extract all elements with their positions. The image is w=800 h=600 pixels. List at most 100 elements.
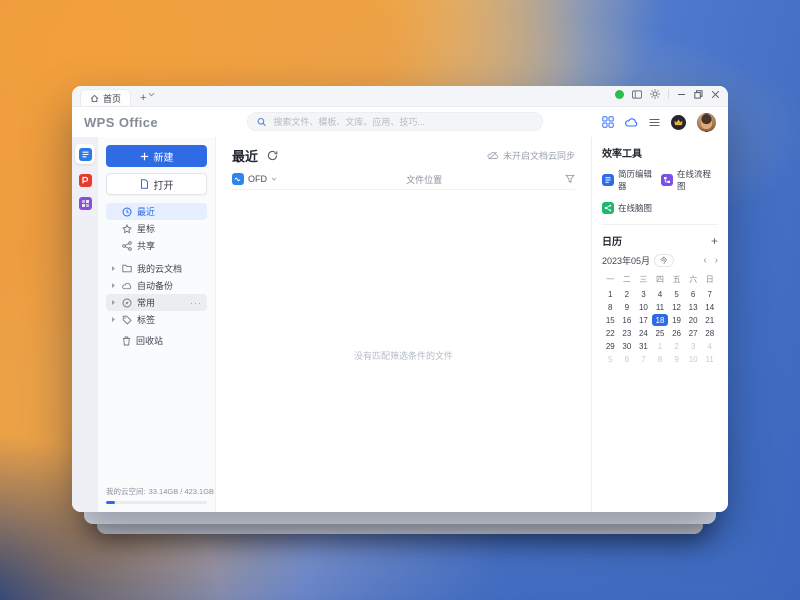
calendar-day[interactable]: 14 <box>701 301 718 313</box>
user-avatar[interactable] <box>697 113 716 132</box>
expand-caret-icon[interactable] <box>111 299 117 306</box>
calendar-day[interactable]: 31 <box>635 340 652 352</box>
open-document-button[interactable]: 打开 <box>106 173 207 195</box>
weekday-label: 一 <box>602 274 619 285</box>
calendar-day[interactable]: 5 <box>602 353 619 365</box>
tab-home[interactable]: 首页 <box>80 89 131 106</box>
calendar-day[interactable]: 20 <box>685 314 702 326</box>
calendar-day[interactable]: 4 <box>701 340 718 352</box>
calendar-day[interactable]: 10 <box>635 301 652 313</box>
calendar-day[interactable]: 24 <box>635 327 652 339</box>
document-icon <box>140 179 149 189</box>
calendar-today-button[interactable]: 今 <box>654 254 674 267</box>
calendar-day[interactable]: 6 <box>619 353 636 365</box>
calendar-next-icon[interactable]: › <box>715 256 718 266</box>
expand-caret-icon[interactable] <box>111 316 117 323</box>
expand-caret-icon[interactable] <box>111 282 117 289</box>
calendar-day[interactable]: 1 <box>652 340 669 352</box>
expand-caret-icon[interactable] <box>111 265 117 272</box>
calendar-day[interactable]: 1 <box>602 288 619 300</box>
pdf-app-icon[interactable] <box>79 174 92 187</box>
calendar-day[interactable]: 15 <box>602 314 619 326</box>
calendar-day[interactable]: 6 <box>685 288 702 300</box>
calendar-day[interactable]: 22 <box>602 327 619 339</box>
weekday-label: 日 <box>701 274 718 285</box>
calendar-day[interactable]: 11 <box>652 301 669 313</box>
cloud-sync-status[interactable]: 未开启文档云同步 <box>487 149 575 162</box>
calendar-day[interactable]: 28 <box>701 327 718 339</box>
calendar-day[interactable]: 9 <box>619 301 636 313</box>
calendar-day[interactable]: 18 <box>652 314 669 326</box>
apps-grid-icon[interactable] <box>602 116 614 128</box>
column-header-location[interactable]: 文件位置 <box>406 173 442 186</box>
layout-icon[interactable] <box>632 90 642 99</box>
search-input[interactable] <box>271 116 533 128</box>
sidebar-item-auto-backup[interactable]: 自动备份 <box>106 277 207 294</box>
file-type-filter[interactable]: OFD <box>232 173 277 185</box>
sidebar-item-tags[interactable]: 标签 <box>106 311 207 328</box>
calendar-prev-icon[interactable]: ‹ <box>703 256 706 266</box>
calendar-day[interactable]: 8 <box>652 353 669 365</box>
calendar-day[interactable]: 4 <box>652 288 669 300</box>
right-panel: 效率工具 简历编辑器 在线流程图 <box>592 137 728 512</box>
calendar-day[interactable]: 3 <box>685 340 702 352</box>
calendar-month-label: 2023年05月 <box>602 254 650 267</box>
filter-label: OFD <box>248 174 267 184</box>
calendar-day[interactable]: 7 <box>635 353 652 365</box>
calendar-day[interactable]: 2 <box>619 288 636 300</box>
calendar-day[interactable]: 26 <box>668 327 685 339</box>
calendar-day[interactable]: 3 <box>635 288 652 300</box>
calendar-add-button[interactable]: + <box>711 236 718 246</box>
calendar-day[interactable]: 29 <box>602 340 619 352</box>
sidebar-item-shared[interactable]: 共享 <box>106 237 207 254</box>
tab-bar: 首页 + <box>72 86 728 107</box>
calendar-grid: 1234567891011121314151617181920212223242… <box>602 288 718 365</box>
calendar-header: 日历 + <box>602 233 718 248</box>
status-dot-icon[interactable] <box>615 90 624 99</box>
sidebar-item-cloud-docs[interactable]: 我的云文档 <box>106 260 207 277</box>
calendar-day[interactable]: 17 <box>635 314 652 326</box>
calendar-day[interactable]: 30 <box>619 340 636 352</box>
apps-app-icon[interactable] <box>79 197 92 210</box>
more-options-icon[interactable]: ··· <box>190 298 202 308</box>
cloud-service-icon[interactable] <box>625 117 638 128</box>
tools-panel-title: 效率工具 <box>602 145 718 160</box>
calendar-day[interactable]: 9 <box>668 353 685 365</box>
tab-list-caret-icon[interactable] <box>148 86 155 102</box>
vip-badge-icon[interactable] <box>671 115 686 130</box>
calendar-day[interactable]: 11 <box>701 353 718 365</box>
calendar-day[interactable]: 19 <box>668 314 685 326</box>
sidebar-item-trash[interactable]: 回收站 <box>106 332 207 349</box>
calendar-day[interactable]: 16 <box>619 314 636 326</box>
menu-hamburger-icon[interactable] <box>649 118 660 127</box>
sidebar-item-recent[interactable]: 最近 <box>106 203 207 220</box>
sidebar-nav: 最近 星标 共享 我的云文档 <box>106 203 207 349</box>
sidebar-item-starred[interactable]: 星标 <box>106 220 207 237</box>
settings-gear-icon[interactable] <box>650 89 660 99</box>
search-bar[interactable] <box>247 112 543 131</box>
calendar-day[interactable]: 12 <box>668 301 685 313</box>
rail-docs-app[interactable] <box>75 144 95 164</box>
calendar-day[interactable]: 2 <box>668 340 685 352</box>
sidebar-item-frequent[interactable]: 常用 ··· <box>106 294 207 311</box>
calendar-day[interactable]: 23 <box>619 327 636 339</box>
calendar-day[interactable]: 25 <box>652 327 669 339</box>
calendar-day[interactable]: 5 <box>668 288 685 300</box>
refresh-icon[interactable] <box>267 150 278 161</box>
tool-online-mindmap[interactable]: 在线脑图 <box>602 202 659 214</box>
calendar-day[interactable]: 8 <box>602 301 619 313</box>
cloud-backup-icon <box>122 282 132 290</box>
new-tab-button[interactable]: + <box>140 91 146 105</box>
new-document-button[interactable]: 新建 <box>106 145 207 167</box>
close-button[interactable] <box>711 90 720 99</box>
minimize-button[interactable] <box>677 90 686 99</box>
calendar-day[interactable]: 7 <box>701 288 718 300</box>
filter-funnel-icon[interactable] <box>565 174 575 184</box>
calendar-day[interactable]: 27 <box>685 327 702 339</box>
calendar-day[interactable]: 21 <box>701 314 718 326</box>
tool-online-flowchart[interactable]: 在线流程图 <box>661 168 718 192</box>
calendar-day[interactable]: 10 <box>685 353 702 365</box>
restore-button[interactable] <box>694 90 703 99</box>
calendar-day[interactable]: 13 <box>685 301 702 313</box>
tool-resume-editor[interactable]: 简历编辑器 <box>602 168 659 192</box>
